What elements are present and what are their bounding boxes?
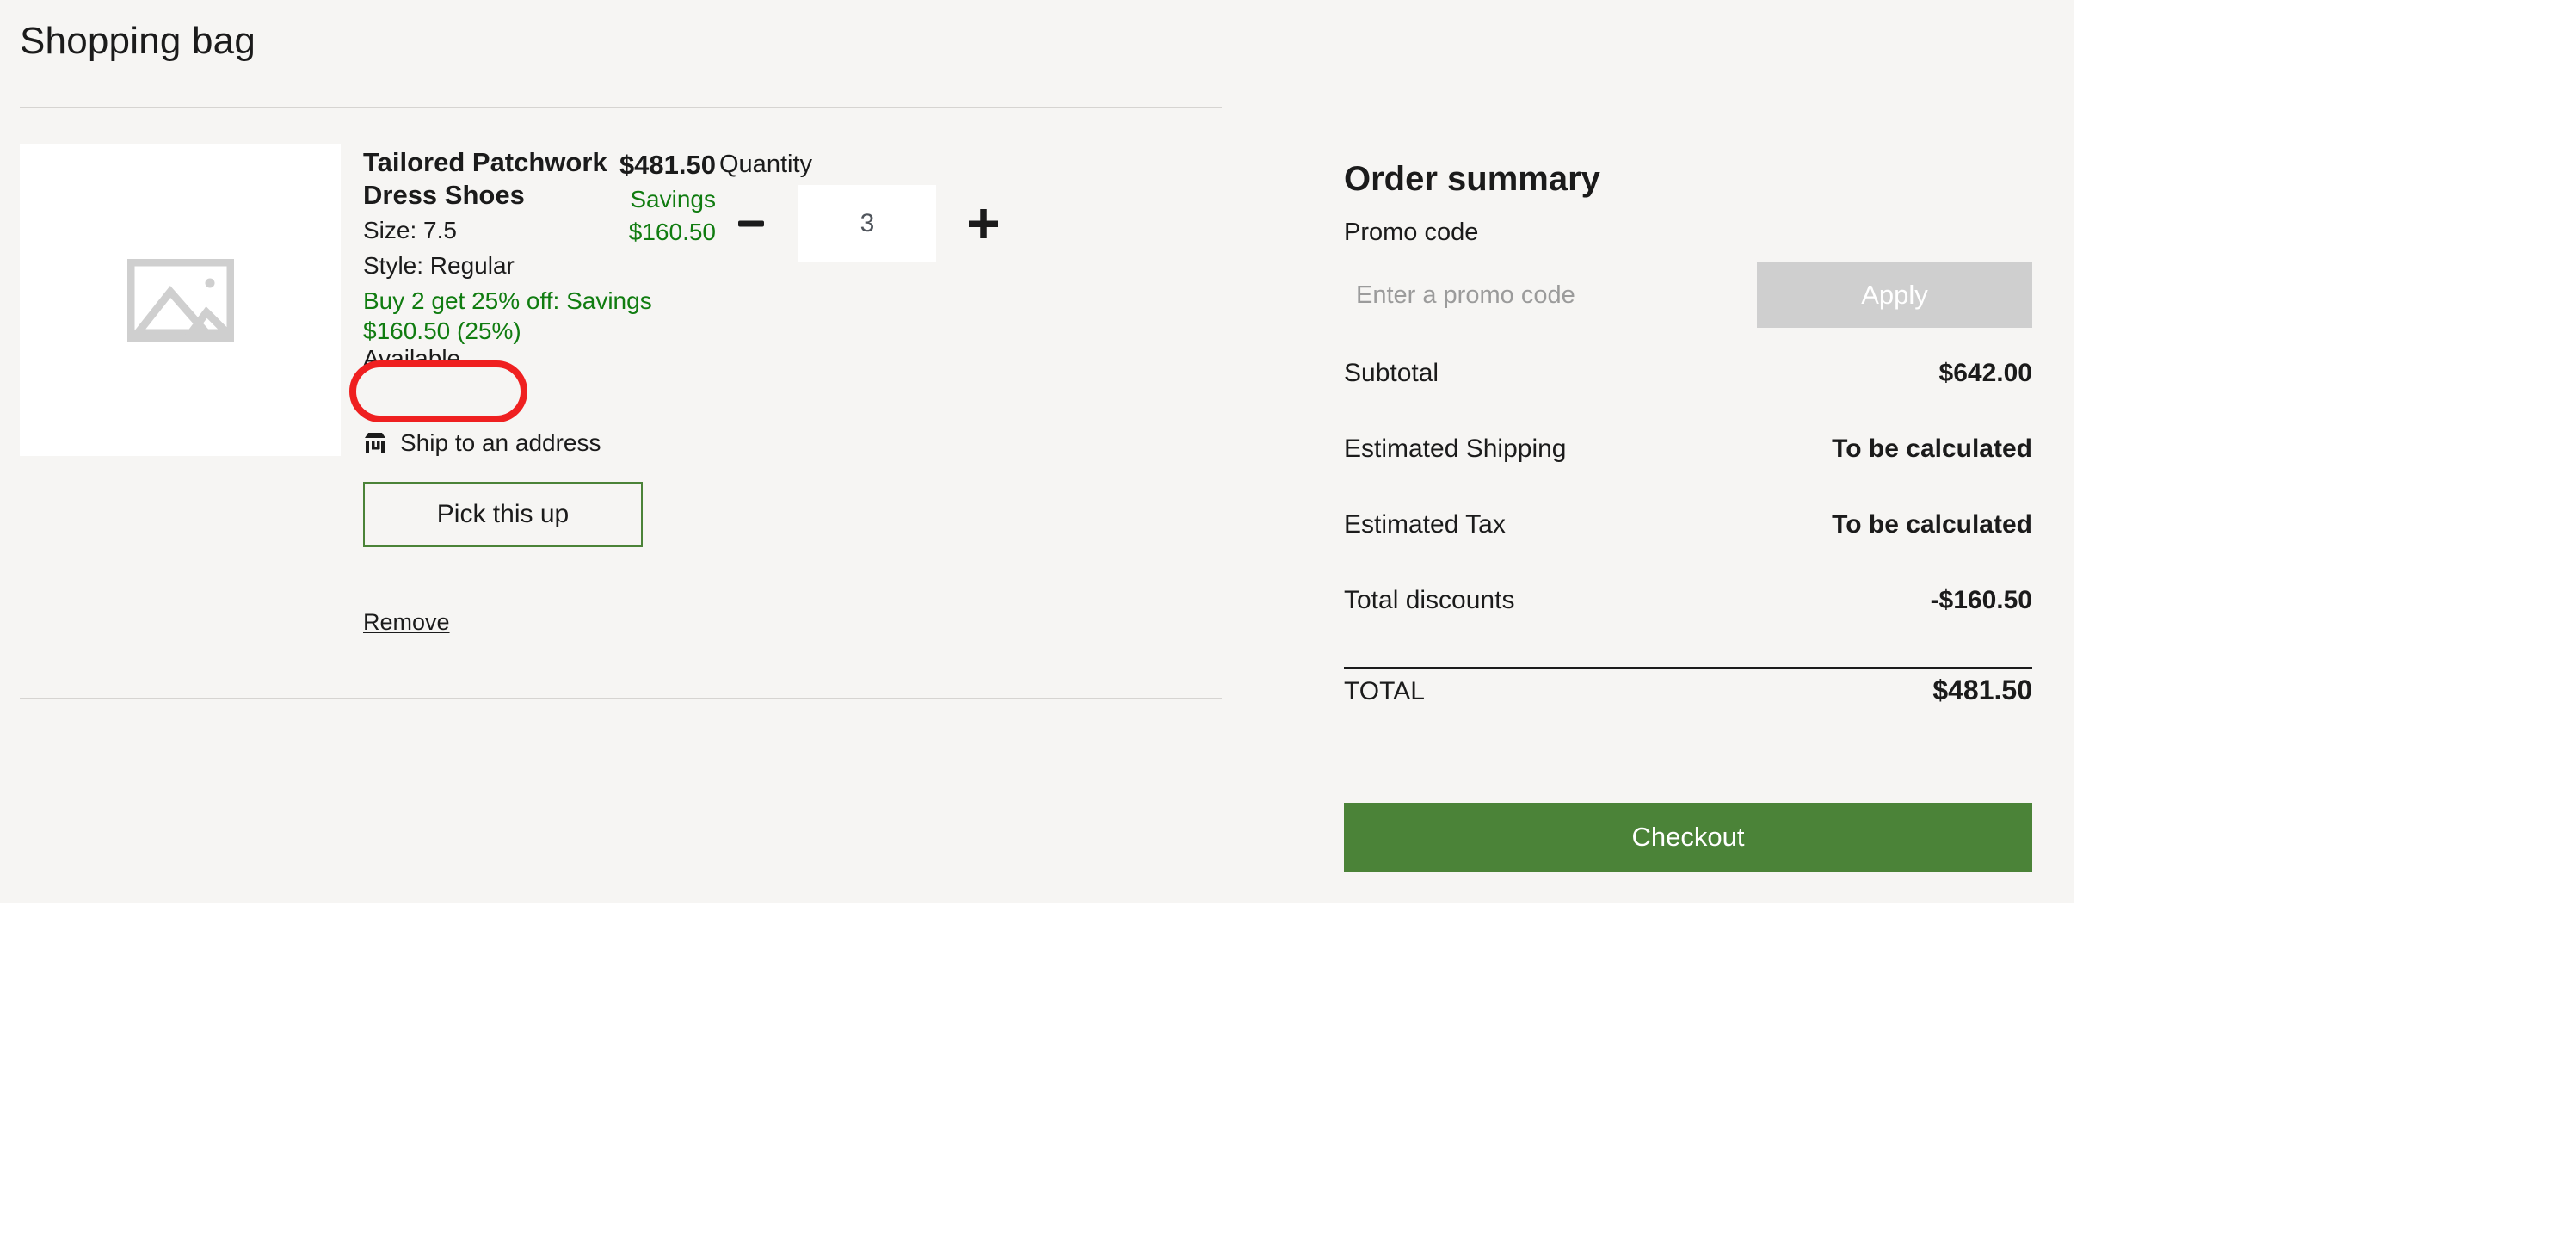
- store-icon: [365, 433, 385, 453]
- summary-row: Estimated Shipping To be calculated: [1344, 434, 2032, 510]
- fulfillment-label: Ship to an address: [400, 429, 601, 456]
- product-promo-text: Buy 2 get 25% off: Savings $160.50 (25%): [363, 287, 652, 345]
- line-item-savings-amount: $160.50: [628, 218, 716, 245]
- fulfillment-row: Ship to an address: [362, 429, 601, 457]
- quantity-label: Quantity: [719, 151, 812, 178]
- bag-bottom-divider: [20, 698, 1222, 699]
- minus-icon: [738, 220, 764, 227]
- quantity-input[interactable]: [798, 185, 936, 262]
- order-summary-panel: Order summary Promo code Apply Subtotal …: [1344, 158, 2032, 754]
- line-item-price: $481.50: [619, 150, 716, 180]
- order-summary-title: Order summary: [1344, 160, 1600, 198]
- summary-total-row: TOTAL $481.50: [1344, 669, 2032, 754]
- summary-row-value: $642.00: [1938, 359, 2032, 387]
- summary-row: Subtotal $642.00: [1344, 359, 2032, 434]
- promo-code-input[interactable]: [1344, 262, 1757, 328]
- increase-quantity-button[interactable]: [952, 192, 1015, 256]
- summary-row-label: Estimated Tax: [1344, 510, 1506, 539]
- promo-code-row: Apply: [1344, 262, 2032, 328]
- plus-icon: [969, 209, 998, 238]
- summary-total-label: TOTAL: [1344, 677, 1425, 706]
- pick-this-up-button[interactable]: Pick this up: [363, 482, 643, 547]
- checkout-button[interactable]: Checkout: [1344, 803, 2032, 872]
- summary-row: Estimated Tax To be calculated: [1344, 510, 2032, 586]
- decrease-quantity-button[interactable]: [719, 192, 783, 256]
- summary-row-label: Total discounts: [1344, 586, 1515, 614]
- product-style: Style: Regular: [363, 251, 515, 279]
- product-image-placeholder: [20, 144, 341, 456]
- apply-promo-button[interactable]: Apply: [1757, 262, 2032, 328]
- quantity-stepper: [719, 185, 1015, 262]
- summary-rows: Subtotal $642.00 Estimated Shipping To b…: [1344, 359, 2032, 754]
- product-availability: Available: [363, 345, 461, 373]
- summary-row-label: Subtotal: [1344, 359, 1439, 387]
- page-title: Shopping bag: [20, 20, 256, 62]
- line-item-pricing: $481.50 Savings $160.50: [619, 148, 716, 247]
- summary-row: Total discounts -$160.50: [1344, 586, 2032, 662]
- bag-top-divider: [20, 107, 1222, 108]
- summary-total-value: $481.50: [1932, 675, 2032, 706]
- summary-row-value: To be calculated: [1832, 434, 2032, 463]
- remove-item-link[interactable]: Remove: [363, 609, 450, 636]
- broken-image-icon: [126, 258, 234, 342]
- summary-row-label: Estimated Shipping: [1344, 434, 1567, 463]
- shopping-bag-surface: Shopping bag Tailored Patchwork Dress Sh…: [0, 0, 2074, 903]
- summary-row-value: -$160.50: [1930, 586, 2032, 614]
- line-item-savings-label: Savings: [630, 185, 716, 213]
- promo-code-label: Promo code: [1344, 219, 1479, 246]
- product-name: Tailored Patchwork Dress Shoes: [363, 147, 607, 210]
- summary-row-value: To be calculated: [1832, 510, 2032, 539]
